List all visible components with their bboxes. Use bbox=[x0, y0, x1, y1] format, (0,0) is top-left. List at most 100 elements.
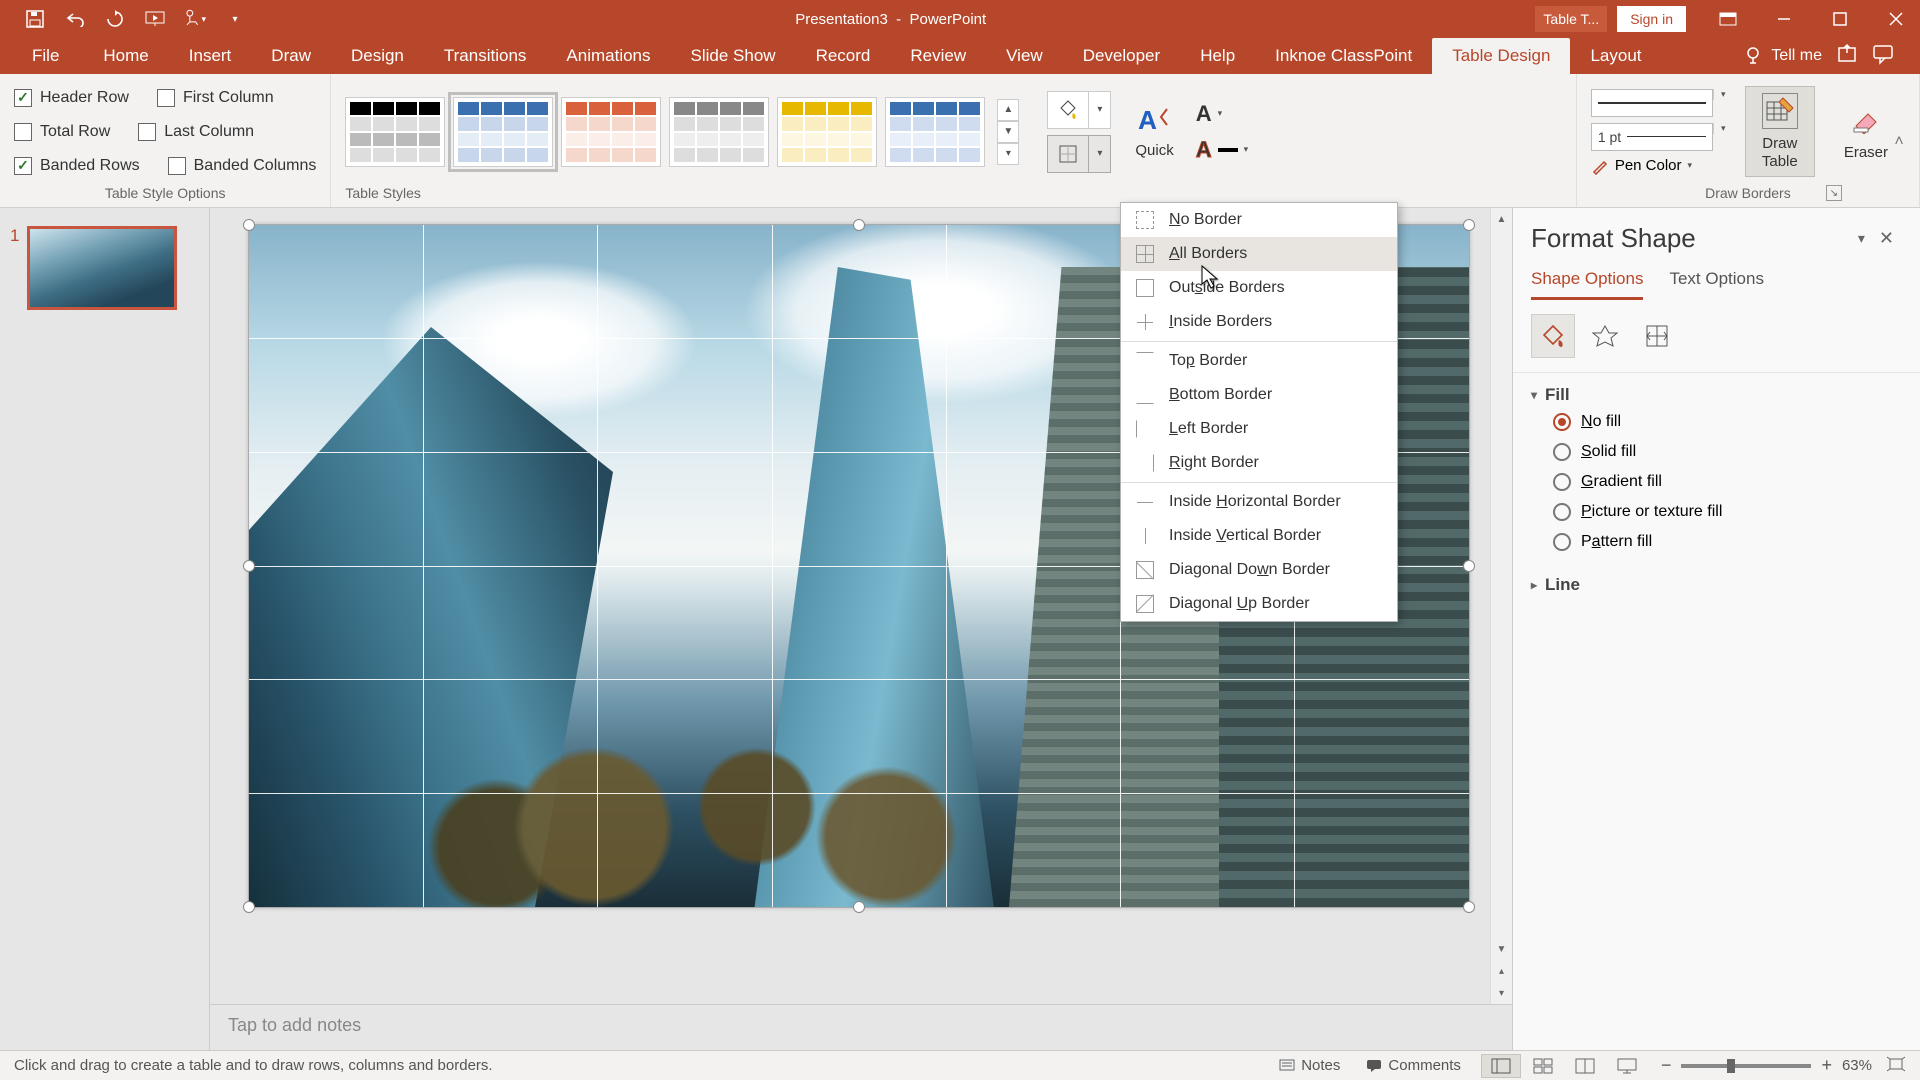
table-style-option[interactable] bbox=[561, 97, 661, 167]
tab-file[interactable]: File bbox=[12, 38, 79, 74]
notes-pane[interactable]: Tap to add notes bbox=[210, 1004, 1512, 1050]
tab-home[interactable]: Home bbox=[83, 38, 168, 74]
menu-inside-horizontal[interactable]: Inside Horizontal Border bbox=[1121, 485, 1397, 519]
slideshow-from-start-icon[interactable] bbox=[144, 8, 166, 30]
radio-gradient-fill[interactable]: Gradient fill bbox=[1553, 473, 1902, 491]
tab-draw[interactable]: Draw bbox=[251, 38, 331, 74]
pen-style-combo[interactable] bbox=[1591, 89, 1713, 117]
text-fill-button[interactable]: A▾ bbox=[1196, 101, 1248, 127]
menu-outside-borders[interactable]: Outside Borders bbox=[1121, 271, 1397, 305]
table-style-option[interactable] bbox=[885, 97, 985, 167]
table-style-option-selected[interactable] bbox=[453, 97, 553, 167]
tab-insert[interactable]: Insert bbox=[169, 38, 252, 74]
zoom-slider[interactable] bbox=[1681, 1064, 1811, 1068]
check-total-row[interactable]: Total Row bbox=[14, 123, 110, 141]
pane-tab-text-options[interactable]: Text Options bbox=[1669, 269, 1764, 300]
sign-in-button[interactable]: Sign in bbox=[1617, 6, 1686, 32]
slide-sorter-icon[interactable] bbox=[1523, 1054, 1563, 1078]
text-outline-button[interactable]: A▾ bbox=[1196, 137, 1248, 163]
radio-pattern-fill[interactable]: Pattern fill bbox=[1553, 533, 1902, 551]
pane-tab-shape-options[interactable]: Shape Options bbox=[1531, 269, 1643, 300]
pane-options-icon[interactable]: ▾ bbox=[1852, 224, 1871, 253]
selection-handle[interactable] bbox=[1463, 560, 1475, 572]
tab-transitions[interactable]: Transitions bbox=[424, 38, 547, 74]
menu-inside-borders[interactable]: Inside Borders bbox=[1121, 305, 1397, 339]
menu-right-border[interactable]: Right Border bbox=[1121, 446, 1397, 480]
tab-view[interactable]: View bbox=[986, 38, 1063, 74]
selection-handle[interactable] bbox=[1463, 219, 1475, 231]
check-first-column[interactable]: First Column bbox=[157, 89, 274, 107]
menu-left-border[interactable]: Left Border bbox=[1121, 412, 1397, 446]
slideshow-view-icon[interactable] bbox=[1607, 1054, 1647, 1078]
check-banded-rows[interactable]: Banded Rows bbox=[14, 157, 140, 175]
tab-classpoint[interactable]: Inknoe ClassPoint bbox=[1255, 38, 1432, 74]
menu-bottom-border[interactable]: Bottom Border bbox=[1121, 378, 1397, 412]
tab-record[interactable]: Record bbox=[796, 38, 891, 74]
section-fill-toggle[interactable]: ▾Fill bbox=[1531, 385, 1902, 405]
menu-diagonal-up[interactable]: Diagonal Up Border bbox=[1121, 587, 1397, 621]
gallery-row-up-icon[interactable]: ▲ bbox=[997, 99, 1019, 121]
radio-picture-fill[interactable]: Picture or texture fill bbox=[1553, 503, 1902, 521]
zoom-out-icon[interactable]: − bbox=[1661, 1055, 1672, 1076]
draw-table-button[interactable]: Draw Table bbox=[1745, 86, 1815, 177]
slide-thumb-1[interactable]: 1 bbox=[10, 226, 199, 310]
collapse-ribbon-icon[interactable]: ˄ bbox=[1888, 135, 1910, 149]
menu-top-border[interactable]: Top Border bbox=[1121, 344, 1397, 378]
tell-me-icon[interactable]: Tell me bbox=[1743, 46, 1822, 66]
minimize-icon[interactable] bbox=[1770, 5, 1798, 33]
zoom-in-icon[interactable]: + bbox=[1821, 1055, 1832, 1076]
tab-help[interactable]: Help bbox=[1180, 38, 1255, 74]
zoom-percent[interactable]: 63% bbox=[1842, 1057, 1872, 1074]
eraser-button[interactable]: Eraser bbox=[1827, 95, 1905, 168]
check-banded-columns[interactable]: Banded Columns bbox=[168, 157, 317, 175]
vertical-scrollbar[interactable]: ▲ ▼ ▴ ▾ bbox=[1490, 208, 1512, 1004]
tab-developer[interactable]: Developer bbox=[1063, 38, 1181, 74]
tab-layout[interactable]: Layout bbox=[1570, 38, 1661, 74]
next-slide-icon[interactable]: ▾ bbox=[1491, 982, 1512, 1004]
quick-styles[interactable]: A Quick bbox=[1121, 101, 1187, 163]
scroll-up-icon[interactable]: ▲ bbox=[1491, 208, 1512, 230]
selection-handle[interactable] bbox=[853, 901, 865, 913]
pen-weight-combo[interactable]: 1 pt bbox=[1591, 123, 1713, 151]
tab-animations[interactable]: Animations bbox=[546, 38, 670, 74]
menu-no-border[interactable]: No Border bbox=[1121, 203, 1397, 237]
maximize-icon[interactable] bbox=[1826, 5, 1854, 33]
dialog-launcher-icon[interactable]: ↘ bbox=[1826, 185, 1842, 201]
borders-button[interactable] bbox=[1047, 135, 1089, 173]
check-last-column[interactable]: Last Column bbox=[138, 123, 254, 141]
pen-color-button[interactable]: Pen Color ▾ bbox=[1591, 157, 1733, 175]
qat-customize-icon[interactable]: ▾ bbox=[224, 8, 246, 30]
size-properties-mode-icon[interactable] bbox=[1635, 314, 1679, 358]
table-style-option[interactable] bbox=[777, 97, 877, 167]
selection-handle[interactable] bbox=[243, 219, 255, 231]
touch-mode-icon[interactable]: ▾ bbox=[184, 8, 206, 30]
shading-caret-icon[interactable]: ▾ bbox=[1089, 91, 1111, 129]
fill-line-mode-icon[interactable] bbox=[1531, 314, 1575, 358]
shading-button[interactable] bbox=[1047, 91, 1089, 129]
scroll-down-icon[interactable]: ▼ bbox=[1491, 938, 1512, 960]
borders-caret-icon[interactable]: ▾ bbox=[1089, 135, 1111, 173]
pane-close-icon[interactable]: ✕ bbox=[1871, 222, 1902, 255]
fit-to-window-icon[interactable] bbox=[1886, 1056, 1906, 1076]
chevron-down-icon[interactable]: ▾ bbox=[1713, 89, 1733, 100]
undo-icon[interactable] bbox=[64, 8, 86, 30]
tab-table-design[interactable]: Table Design bbox=[1432, 38, 1570, 74]
ribbon-display-options-icon[interactable] bbox=[1714, 5, 1742, 33]
table-style-option[interactable] bbox=[669, 97, 769, 167]
effects-mode-icon[interactable] bbox=[1583, 314, 1627, 358]
menu-diagonal-down[interactable]: Diagonal Down Border bbox=[1121, 553, 1397, 587]
table-style-option[interactable] bbox=[345, 97, 445, 167]
save-icon[interactable] bbox=[24, 8, 46, 30]
selection-handle[interactable] bbox=[243, 560, 255, 572]
table-styles-gallery[interactable]: ▲ ▼ ▾ bbox=[345, 97, 1019, 167]
redo-icon[interactable] bbox=[104, 8, 126, 30]
radio-no-fill[interactable]: No fill bbox=[1553, 413, 1902, 431]
selection-handle[interactable] bbox=[853, 219, 865, 231]
tab-review[interactable]: Review bbox=[890, 38, 986, 74]
gallery-row-down-icon[interactable]: ▼ bbox=[997, 121, 1019, 143]
chevron-down-icon[interactable]: ▾ bbox=[1713, 123, 1733, 134]
notes-toggle[interactable]: Notes bbox=[1273, 1055, 1346, 1076]
close-icon[interactable] bbox=[1882, 5, 1910, 33]
menu-inside-vertical[interactable]: Inside Vertical Border bbox=[1121, 519, 1397, 553]
menu-all-borders[interactable]: All Borders bbox=[1121, 237, 1397, 271]
